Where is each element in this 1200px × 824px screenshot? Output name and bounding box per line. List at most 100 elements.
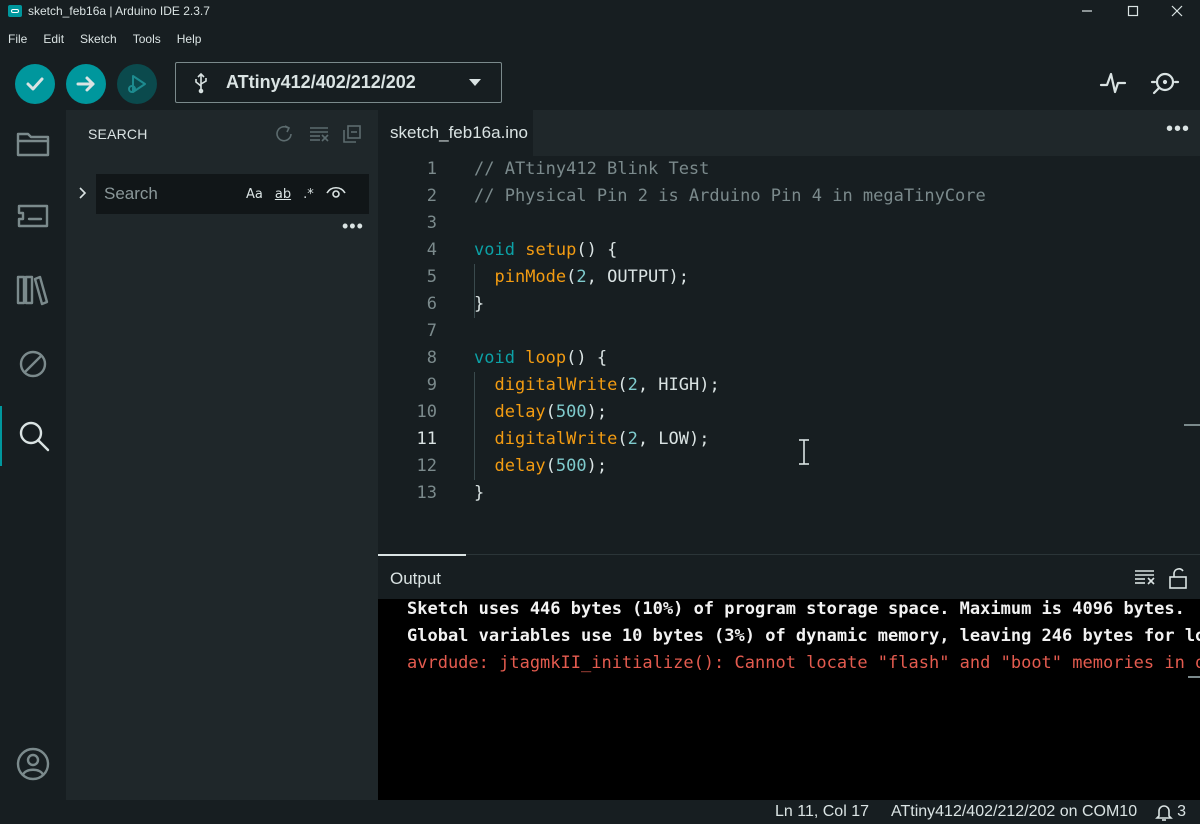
code-line[interactable]: 3	[378, 210, 1200, 237]
window-title: sketch_feb16a | Arduino IDE 2.3.7	[28, 4, 210, 18]
toolbar: ATtiny412/402/212/202	[0, 56, 1200, 110]
editor-scrollbar[interactable]	[1184, 424, 1200, 426]
arduino-ide-window: sketch_feb16a | Arduino IDE 2.3.7 File E…	[0, 0, 1200, 824]
tab-sketch[interactable]: sketch_feb16a.ino	[378, 110, 533, 156]
arduino-logo-icon	[8, 5, 22, 17]
code-text: // Physical Pin 2 is Arduino Pin 4 in me…	[474, 186, 986, 206]
line-number: 2	[426, 186, 437, 206]
library-manager-button[interactable]	[0, 260, 66, 320]
line-number: 1	[426, 159, 437, 179]
activity-bar	[0, 110, 66, 800]
notification-count: 3	[1177, 803, 1186, 820]
panel-title: SEARCH	[88, 126, 148, 142]
search-view-button[interactable]	[0, 406, 66, 466]
whole-word-toggle[interactable]: ab	[275, 187, 291, 202]
match-case-toggle[interactable]: Aa	[246, 187, 263, 202]
output-console[interactable]: Sketch uses 446 bytes (10%) of program s…	[378, 599, 1200, 800]
cursor-position[interactable]: Ln 11, Col 17	[775, 803, 869, 821]
board-icon	[17, 204, 49, 228]
clear-results-icon[interactable]	[308, 124, 330, 144]
search-box: Aa ab .*	[96, 174, 369, 214]
code-line[interactable]: 8 void loop() {	[378, 345, 1200, 372]
code-line[interactable]: 13}	[378, 480, 1200, 507]
debug-view-button[interactable]	[0, 334, 66, 394]
search-input[interactable]	[104, 184, 234, 204]
status-bar: Ln 11, Col 17 ATtiny412/402/212/202 on C…	[0, 800, 1200, 824]
refresh-icon[interactable]	[274, 124, 296, 144]
line-number: 8	[426, 348, 437, 368]
code-line[interactable]: 7	[378, 318, 1200, 345]
line-number: 4	[426, 240, 437, 260]
eye-icon[interactable]	[326, 185, 346, 203]
output-error-line: avrdude: jtagmkII_initialize(): Cannot l…	[407, 653, 1200, 673]
profile-button[interactable]	[0, 734, 66, 794]
title-bar: sketch_feb16a | Arduino IDE 2.3.7	[0, 0, 1200, 22]
maximize-button[interactable]	[1110, 0, 1156, 22]
minimize-button[interactable]	[1064, 0, 1110, 22]
code-text: delay(500);	[494, 456, 608, 476]
code-line[interactable]: 4 void setup() {	[378, 237, 1200, 264]
code-editor[interactable]: 1 // ATtiny412 Blink Test 2 // Physical Pin…	[378, 156, 1200, 554]
menu-help[interactable]: Help	[177, 32, 202, 46]
code-text: digitalWrite(2, LOW);	[494, 429, 710, 449]
line-number: 11	[416, 429, 437, 449]
verify-button[interactable]	[15, 64, 55, 104]
maximize-icon	[1127, 5, 1139, 17]
serial-plotter-button[interactable]	[1098, 68, 1128, 98]
code-text: }	[474, 483, 485, 503]
menu-tools[interactable]: Tools	[133, 32, 161, 46]
menu-edit[interactable]: Edit	[43, 32, 64, 46]
code-line[interactable]: 5 pinMode(2, OUTPUT);	[378, 264, 1200, 291]
menu-sketch[interactable]: Sketch	[80, 32, 117, 46]
more-icon[interactable]: •••	[1166, 118, 1190, 141]
boards-manager-button[interactable]	[0, 186, 66, 246]
code-text: pinMode(2, OUTPUT);	[494, 267, 689, 287]
code-line[interactable]: 12 delay(500);	[378, 453, 1200, 480]
bell-icon	[1155, 805, 1174, 821]
regex-toggle[interactable]: .*	[303, 187, 314, 202]
debug-button[interactable]	[117, 64, 157, 104]
output-actions	[1134, 567, 1188, 589]
line-number: 9	[426, 375, 437, 395]
output-scrollbar[interactable]	[1188, 676, 1200, 678]
clear-output-icon[interactable]	[1134, 567, 1156, 587]
chevron-right-icon[interactable]	[76, 186, 88, 199]
sketchbook-button[interactable]	[0, 114, 66, 174]
line-number: 12	[416, 456, 437, 476]
code-text: void loop() {	[474, 348, 608, 368]
output-line: Global variables use 10 bytes (3%) of dy…	[407, 626, 1200, 646]
output-title: Output	[390, 569, 442, 588]
code-line[interactable]: 1 // ATtiny412 Blink Test	[378, 156, 1200, 183]
output-header: Output	[378, 554, 1200, 599]
upload-button[interactable]	[66, 64, 106, 104]
code-line[interactable]: 9 digitalWrite(2, HIGH);	[378, 372, 1200, 399]
code-line[interactable]: 6}	[378, 291, 1200, 318]
magnifier-dots-icon	[1150, 72, 1180, 95]
output-line: Sketch uses 446 bytes (10%) of program s…	[407, 599, 1185, 619]
close-icon	[1171, 5, 1183, 17]
notifications-button[interactable]: 3	[1155, 803, 1186, 821]
code-line[interactable]: 2 // Physical Pin 2 is Arduino Pin 4 in m…	[378, 183, 1200, 210]
line-number: 3	[426, 213, 437, 233]
code-text: void setup() {	[474, 240, 618, 260]
code-line[interactable]: 11 digitalWrite(2, LOW);	[378, 426, 1200, 453]
search-panel: SEARCH Aa ab .* •••	[66, 110, 378, 800]
collapse-all-icon[interactable]	[342, 124, 362, 144]
board-name: ATtiny412/402/212/202	[226, 72, 416, 92]
code-text: // ATtiny412 Blink Test	[474, 159, 710, 179]
panel-actions	[274, 124, 362, 144]
account-icon	[16, 747, 50, 781]
board-port-status[interactable]: ATtiny412/402/212/202 on COM10	[891, 803, 1137, 821]
checkmark-icon	[26, 77, 44, 91]
board-selector[interactable]: ATtiny412/402/212/202	[175, 62, 502, 103]
minimize-icon	[1082, 10, 1092, 12]
serial-monitor-button[interactable]	[1150, 68, 1180, 98]
code-line[interactable]: 10 delay(500);	[378, 399, 1200, 426]
more-options-icon[interactable]: •••	[342, 216, 364, 237]
line-number: 10	[416, 402, 437, 422]
unlock-icon[interactable]	[1168, 567, 1188, 589]
menu-file[interactable]: File	[8, 32, 27, 46]
code-text: digitalWrite(2, HIGH);	[494, 375, 720, 395]
close-button[interactable]	[1154, 0, 1200, 22]
menu-bar: File Edit Sketch Tools Help	[0, 28, 217, 50]
